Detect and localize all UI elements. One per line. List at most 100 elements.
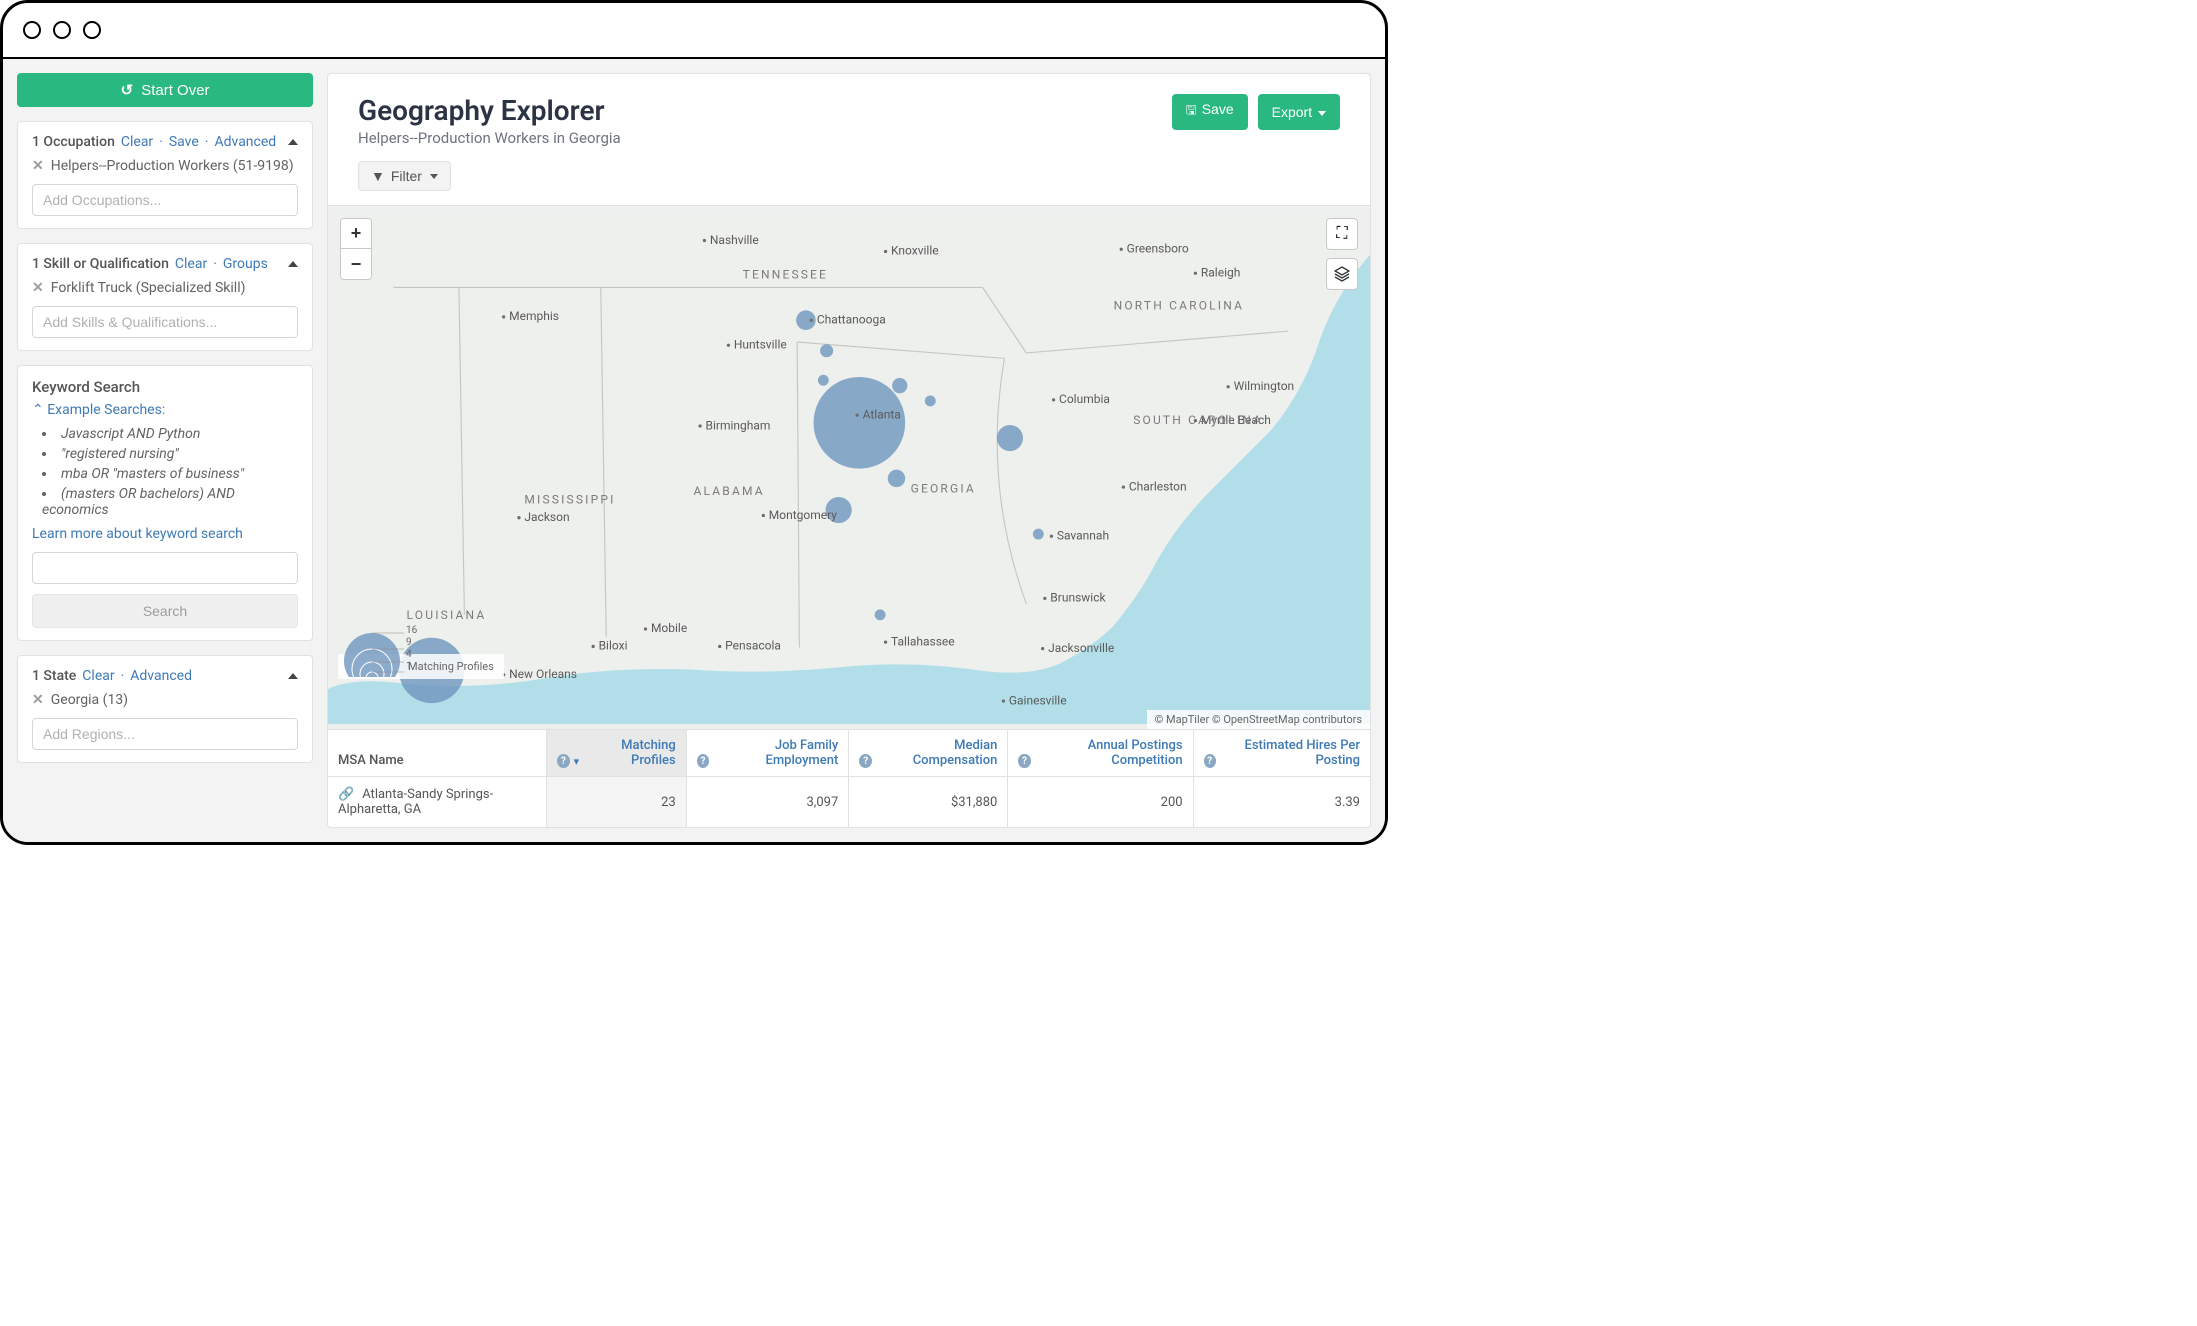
- col-matching-profiles[interactable]: ?▾Matching Profiles: [547, 730, 687, 777]
- state-chip-label: Georgia (13): [51, 692, 128, 708]
- map-right-controls: ⛶: [1326, 218, 1358, 290]
- occupation-advanced-link[interactable]: Advanced: [214, 134, 276, 150]
- occupation-count-label: 1 Occupation: [32, 134, 115, 150]
- state-label: NORTH CAROLINA: [1114, 298, 1245, 312]
- map-bubble[interactable]: [892, 378, 907, 393]
- city-label: Mobile: [651, 621, 687, 635]
- zoom-out-button[interactable]: −: [341, 249, 371, 279]
- sort-desc-icon: ▾: [574, 755, 580, 768]
- chevron-up-icon[interactable]: [288, 673, 298, 679]
- keyword-panel: Keyword Search ⌃ Example Searches: Javas…: [17, 365, 313, 641]
- chevron-up-icon[interactable]: [288, 139, 298, 145]
- save-button[interactable]: Save: [1172, 94, 1248, 130]
- remove-occupation-icon[interactable]: ✕: [32, 158, 44, 174]
- col-msa-name[interactable]: MSA Name: [328, 730, 547, 777]
- col-hires-per-posting[interactable]: ?Estimated Hires Per Posting: [1193, 730, 1370, 777]
- keyword-learn-more-link[interactable]: Learn more about keyword search: [32, 526, 298, 542]
- occupation-chip-label: Helpers--Production Workers (51-9198): [51, 158, 294, 174]
- add-region-input[interactable]: [32, 718, 298, 750]
- col-postings-comp[interactable]: ?Annual Postings Competition: [1008, 730, 1193, 777]
- export-button[interactable]: Export: [1258, 94, 1340, 130]
- chevron-up-icon[interactable]: [288, 261, 298, 267]
- add-occupation-input[interactable]: [32, 184, 298, 216]
- keyword-example-item: mba OR "masters of business": [42, 464, 298, 484]
- table-row[interactable]: 🔗Atlanta-Sandy Springs-Alpharetta, GA 23…: [328, 777, 1370, 828]
- state-count-label: 1 State: [32, 668, 76, 684]
- city-label: New Orleans: [509, 667, 577, 681]
- occupation-save-link[interactable]: Save: [169, 134, 199, 150]
- state-advanced-link[interactable]: Advanced: [130, 668, 192, 684]
- city-label: Nashville: [710, 233, 759, 247]
- city-label: Tallahassee: [891, 634, 955, 648]
- map-bubble[interactable]: [1033, 529, 1044, 540]
- city-label: Knoxville: [891, 244, 939, 258]
- filter-button[interactable]: ▼ Filter: [358, 161, 451, 191]
- fullscreen-button[interactable]: ⛶: [1326, 218, 1358, 250]
- col-job-family[interactable]: ?Job Family Employment: [686, 730, 849, 777]
- skill-clear-link[interactable]: Clear: [175, 256, 207, 272]
- map-bubble[interactable]: [820, 344, 833, 357]
- filter-icon: ▼: [371, 168, 385, 184]
- city-label: Wilmington: [1234, 379, 1295, 393]
- map-attribution: © MapTiler © OpenStreetMap contributors: [1147, 710, 1370, 729]
- map-bubble[interactable]: [818, 375, 829, 386]
- skill-chip: ✕ Forklift Truck (Specialized Skill): [32, 280, 298, 296]
- layers-icon: [1334, 266, 1350, 282]
- keyword-example-item: "registered nursing": [42, 444, 298, 464]
- col-median-comp[interactable]: ?Median Compensation: [849, 730, 1008, 777]
- header-actions: Save Export: [1172, 94, 1340, 130]
- keyword-example-item: Javascript AND Python: [42, 424, 298, 444]
- keyword-input[interactable]: [32, 552, 298, 584]
- sidebar: Start Over 1 Occupation Clear · Save · A…: [17, 73, 313, 828]
- legend-title: Matching Profiles: [408, 660, 494, 673]
- browser-dot: [53, 21, 71, 39]
- keyword-example-item: (masters OR bachelors) AND economics: [42, 484, 298, 520]
- city-label: Montgomery: [769, 508, 838, 522]
- browser-dot: [23, 21, 41, 39]
- city-label: Jacksonville: [1048, 641, 1114, 655]
- app-body: Start Over 1 Occupation Clear · Save · A…: [3, 59, 1385, 842]
- main-header: Geography Explorer Helpers--Production W…: [328, 74, 1370, 161]
- map-container[interactable]: NashvilleKnoxvilleGreensboroRaleighMemph…: [328, 205, 1370, 729]
- city-label: Greensboro: [1127, 242, 1189, 256]
- map-bubble[interactable]: [888, 470, 905, 487]
- browser-frame: Start Over 1 Occupation Clear · Save · A…: [0, 0, 1388, 845]
- help-icon[interactable]: ?: [557, 754, 570, 768]
- help-icon[interactable]: ?: [859, 754, 872, 768]
- skill-chip-label: Forklift Truck (Specialized Skill): [51, 280, 246, 296]
- start-over-button[interactable]: Start Over: [17, 73, 313, 107]
- state-label: GEORGIA: [911, 482, 976, 496]
- remove-skill-icon[interactable]: ✕: [32, 280, 44, 296]
- map-bubble[interactable]: [925, 395, 936, 406]
- map-bubble[interactable]: [997, 425, 1023, 451]
- keyword-search-button[interactable]: Search: [32, 594, 298, 628]
- keyword-example-toggle[interactable]: ⌃ Example Searches:: [32, 402, 298, 418]
- occupation-chip: ✕ Helpers--Production Workers (51-9198): [32, 158, 298, 174]
- remove-state-icon[interactable]: ✕: [32, 692, 44, 708]
- occupation-panel: 1 Occupation Clear · Save · Advanced ✕ H…: [17, 121, 313, 229]
- help-icon[interactable]: ?: [1018, 754, 1030, 768]
- occupation-clear-link[interactable]: Clear: [121, 134, 153, 150]
- external-link-icon[interactable]: 🔗: [338, 787, 354, 802]
- map-bubble[interactable]: [875, 609, 886, 620]
- map-bubble[interactable]: [814, 377, 906, 469]
- chevron-down-icon: [430, 174, 438, 179]
- city-label: Memphis: [509, 309, 559, 323]
- help-icon[interactable]: ?: [697, 754, 710, 768]
- page-subtitle: Helpers--Production Workers in Georgia: [358, 129, 621, 147]
- city-label: Huntsville: [734, 338, 787, 352]
- skill-panel-head: 1 Skill or Qualification Clear · Groups: [32, 256, 298, 272]
- page-title: Geography Explorer: [358, 94, 621, 127]
- occupation-panel-head: 1 Occupation Clear · Save · Advanced: [32, 134, 298, 150]
- city-label: Birmingham: [706, 418, 771, 432]
- help-icon[interactable]: ?: [1204, 754, 1216, 768]
- add-skill-input[interactable]: [32, 306, 298, 338]
- zoom-in-button[interactable]: +: [341, 219, 371, 249]
- layers-button[interactable]: [1326, 258, 1358, 290]
- state-panel: 1 State Clear · Advanced ✕ Georgia (13): [17, 655, 313, 763]
- state-clear-link[interactable]: Clear: [82, 668, 114, 684]
- skill-groups-link[interactable]: Groups: [223, 256, 268, 272]
- city-label: Columbia: [1059, 392, 1110, 406]
- city-label: Pensacola: [725, 639, 781, 653]
- skill-panel: 1 Skill or Qualification Clear · Groups …: [17, 243, 313, 351]
